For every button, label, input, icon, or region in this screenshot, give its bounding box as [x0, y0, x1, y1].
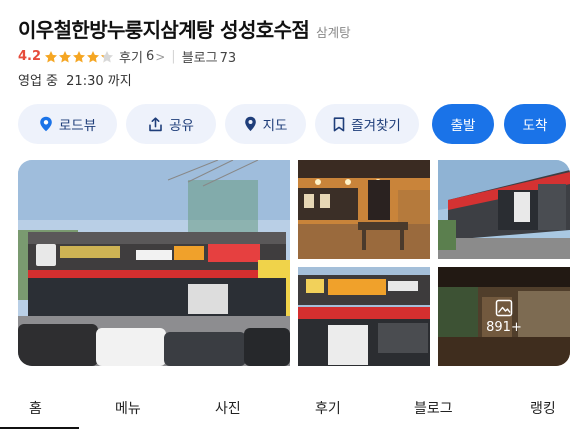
bookmark-icon — [333, 116, 345, 132]
section-tabs: 홈 메뉴 사진 후기 블로그 랭킹 — [0, 384, 588, 429]
blog-count: 73 — [219, 51, 237, 66]
more-photos-count: 891+ — [486, 319, 522, 335]
roadview-label: 로드뷰 — [58, 118, 97, 134]
arrive-button[interactable]: 도착 — [504, 104, 566, 144]
favorite-label: 즐겨찾기 — [351, 118, 401, 134]
share-label: 공유 — [169, 118, 194, 134]
chevron-right-icon: > — [155, 49, 166, 64]
map-pin-icon — [244, 116, 257, 132]
tab-reviews[interactable]: 후기 — [315, 398, 341, 418]
blog-reviews-link[interactable]: 블로그 73 — [182, 47, 236, 66]
open-status: 영업 중 — [18, 74, 59, 89]
star-icon — [100, 50, 114, 64]
place-header: 이우철한방누룽지삼계탕 성성호수점 삼계탕 — [18, 14, 351, 43]
arrive-label: 도착 — [522, 118, 548, 134]
tab-ranking[interactable]: 랭킹 — [530, 398, 556, 418]
image-icon — [495, 299, 513, 317]
photo-gallery: 891+ — [18, 160, 570, 366]
place-title: 이우철한방누룽지삼계탕 성성호수점 — [18, 18, 310, 42]
main-photo[interactable] — [18, 160, 290, 366]
pin-icon — [39, 116, 53, 132]
blog-label: 블로그 — [181, 51, 218, 66]
business-hours[interactable]: 영업 중 21:30 까지 — [18, 70, 132, 89]
tab-home[interactable]: 홈 — [29, 398, 42, 418]
signboard-photo[interactable] — [298, 267, 430, 366]
depart-label: 출발 — [450, 118, 476, 134]
tab-blog[interactable]: 블로그 — [414, 398, 453, 418]
reviews-label: 후기 — [119, 51, 143, 66]
place-category: 삼계탕 — [316, 25, 351, 40]
more-photos-tile[interactable]: 891+ — [438, 267, 570, 366]
star-icon — [86, 50, 100, 64]
closing-time: 21:30 까지 — [66, 74, 132, 89]
star-icon — [72, 50, 86, 64]
depart-button[interactable]: 출발 — [432, 104, 494, 144]
star-icon — [58, 50, 72, 64]
exterior-photo[interactable] — [438, 160, 570, 259]
rating-row: 4.2 후기 6 > | 블로그 73 — [18, 47, 236, 66]
roadview-button[interactable]: 로드뷰 — [18, 104, 117, 144]
interior-photo[interactable] — [298, 160, 430, 259]
star-icon — [44, 50, 58, 64]
favorite-button[interactable]: 즐겨찾기 — [315, 104, 419, 144]
share-icon — [148, 116, 163, 132]
tab-menu[interactable]: 메뉴 — [115, 398, 141, 418]
tab-photos[interactable]: 사진 — [215, 398, 241, 418]
reviews-count: 6 — [145, 49, 155, 64]
rating-stars — [44, 50, 114, 64]
more-photos-overlay: 891+ — [438, 267, 570, 366]
divider: | — [171, 49, 176, 64]
share-button[interactable]: 공유 — [126, 104, 216, 144]
action-bar: 로드뷰 공유 지도 즐겨찾기 출발 도착 — [18, 104, 566, 144]
map-button[interactable]: 지도 — [225, 104, 306, 144]
reviews-link[interactable]: 후기 6 > — [119, 47, 165, 66]
rating-score: 4.2 — [18, 49, 42, 64]
map-label: 지도 — [262, 118, 288, 134]
